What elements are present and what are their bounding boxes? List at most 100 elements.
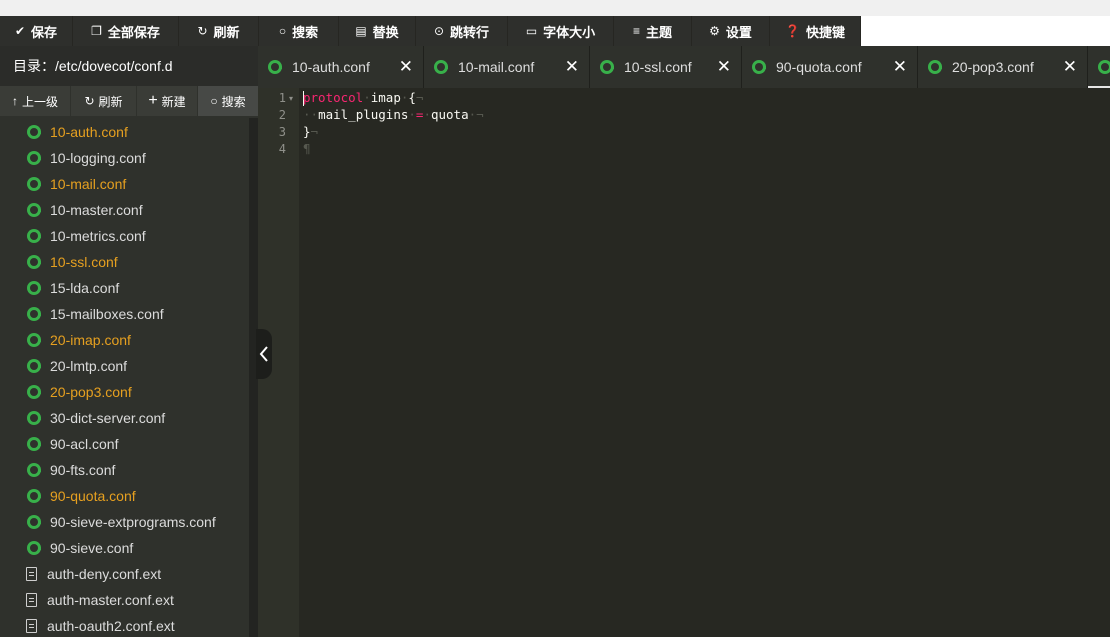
file-item[interactable]: auth-oauth2.conf.ext bbox=[0, 613, 248, 637]
tab-20-pop3[interactable]: 20-pop3.conf ✕ bbox=[918, 46, 1088, 88]
config-file-icon bbox=[27, 229, 41, 243]
tab-bar: 10-auth.conf ✕ 10-mail.conf ✕ 10-ssl.con… bbox=[258, 46, 1110, 88]
file-item[interactable]: 10-logging.conf bbox=[0, 145, 248, 171]
new-file-button[interactable]: + 新建 bbox=[137, 86, 197, 116]
shortcuts-button[interactable]: ❓ 快捷键 bbox=[770, 16, 861, 46]
toolbar: ✔ 保存 ❐ 全部保存 ↻ 刷新 ○ 搜索 ▤ 替换 ⊙ 跳转行 ▭ 字体大小 ≡ 主题 ⚙ 设置… bbox=[0, 16, 1110, 46]
config-file-icon bbox=[27, 359, 41, 373]
window-top-strip bbox=[0, 0, 1110, 16]
copy-icon: ❐ bbox=[91, 24, 102, 38]
file-item[interactable]: 90-fts.conf bbox=[0, 457, 248, 483]
save-button[interactable]: ✔ 保存 bbox=[0, 16, 73, 46]
menu-icon: ≡ bbox=[632, 24, 640, 38]
config-file-icon bbox=[27, 541, 41, 555]
tab-10-auth[interactable]: 10-auth.conf ✕ bbox=[258, 46, 424, 88]
config-file-icon bbox=[27, 203, 41, 217]
search-icon: ○ bbox=[210, 94, 218, 108]
refresh-icon: ↻ bbox=[197, 24, 208, 38]
chevron-left-icon bbox=[259, 346, 268, 362]
config-file-icon bbox=[600, 60, 614, 74]
file-item[interactable]: 20-pop3.conf bbox=[0, 379, 248, 405]
font-icon: ▭ bbox=[525, 24, 538, 38]
line-number: 1 bbox=[278, 91, 286, 105]
config-file-icon bbox=[928, 60, 942, 74]
config-file-icon bbox=[27, 385, 41, 399]
file-item[interactable]: 10-mail.conf bbox=[0, 171, 248, 197]
config-file-icon bbox=[27, 151, 41, 165]
plus-icon: + bbox=[148, 92, 158, 109]
file-sidebar: 目录：/etc/dovecot/conf.d ↑ 上一级 ↻ 刷新 + 新建 ○ 搜索 … bbox=[0, 46, 258, 637]
line-number: 2 bbox=[278, 108, 286, 122]
close-icon[interactable]: ✕ bbox=[893, 57, 907, 77]
active-tab-indicator bbox=[1088, 86, 1110, 88]
config-file-icon bbox=[752, 60, 766, 74]
refresh-icon: ↻ bbox=[84, 94, 95, 108]
search-button[interactable]: ○ 搜索 bbox=[259, 16, 339, 46]
config-file-icon bbox=[27, 177, 41, 191]
file-item[interactable]: 90-acl.conf bbox=[0, 431, 248, 457]
file-item[interactable]: auth-deny.conf.ext bbox=[0, 561, 248, 587]
tab-active-partial[interactable] bbox=[1088, 46, 1110, 88]
code-line: protocol·imap·{¬ bbox=[303, 90, 424, 105]
settings-button[interactable]: ⚙ 设置 bbox=[692, 16, 770, 46]
sidebar-actions: ↑ 上一级 ↻ 刷新 + 新建 ○ 搜索 bbox=[0, 86, 258, 116]
search-icon: ○ bbox=[278, 24, 287, 38]
config-file-icon bbox=[27, 307, 41, 321]
goto-line-button[interactable]: ⊙ 跳转行 bbox=[416, 16, 508, 46]
config-file-icon bbox=[27, 411, 41, 425]
file-item[interactable]: 90-sieve-extprograms.conf bbox=[0, 509, 248, 535]
file-item[interactable]: 10-ssl.conf bbox=[0, 249, 248, 275]
tab-10-mail[interactable]: 10-mail.conf ✕ bbox=[424, 46, 590, 88]
file-item[interactable]: 10-metrics.conf bbox=[0, 223, 248, 249]
config-file-icon bbox=[268, 60, 282, 74]
refresh-button[interactable]: ↻ 刷新 bbox=[179, 16, 259, 46]
parent-dir-button[interactable]: ↑ 上一级 bbox=[0, 86, 70, 116]
check-icon: ✔ bbox=[14, 24, 26, 38]
file-item[interactable]: 15-mailboxes.conf bbox=[0, 301, 248, 327]
file-item[interactable]: 10-master.conf bbox=[0, 197, 248, 223]
config-file-icon bbox=[27, 463, 41, 477]
config-file-icon bbox=[27, 333, 41, 347]
file-list: 10-auth.conf 10-logging.conf 10-mail.con… bbox=[0, 118, 248, 637]
fold-arrow-icon[interactable]: ▾ bbox=[289, 94, 293, 103]
code-line: ··mail_plugins·=·quota·¬ bbox=[303, 107, 484, 122]
close-icon[interactable]: ✕ bbox=[717, 57, 731, 77]
font-size-button[interactable]: ▭ 字体大小 bbox=[508, 16, 614, 46]
help-icon: ❓ bbox=[785, 24, 800, 38]
config-file-icon bbox=[27, 255, 41, 269]
close-icon[interactable]: ✕ bbox=[399, 57, 413, 77]
file-item[interactable]: 15-lda.conf bbox=[0, 275, 248, 301]
replace-button[interactable]: ▤ 替换 bbox=[339, 16, 416, 46]
code-line: ¶ bbox=[303, 141, 311, 156]
directory-path: 目录：/etc/dovecot/conf.d bbox=[0, 46, 258, 86]
tab-10-ssl[interactable]: 10-ssl.conf ✕ bbox=[590, 46, 742, 88]
code-line: }¬ bbox=[303, 124, 319, 139]
config-file-icon bbox=[27, 489, 41, 503]
theme-button[interactable]: ≡ 主题 bbox=[614, 16, 692, 46]
tab-90-quota[interactable]: 90-quota.conf ✕ bbox=[742, 46, 918, 88]
collapse-sidebar-button[interactable] bbox=[256, 329, 272, 379]
editor-panel: 10-auth.conf ✕ 10-mail.conf ✕ 10-ssl.con… bbox=[258, 46, 1110, 637]
file-item[interactable]: 90-sieve.conf bbox=[0, 535, 248, 561]
close-icon[interactable]: ✕ bbox=[565, 57, 579, 77]
file-item[interactable]: 10-auth.conf bbox=[0, 119, 248, 145]
file-item[interactable]: 30-dict-server.conf bbox=[0, 405, 248, 431]
file-item[interactable]: 20-imap.conf bbox=[0, 327, 248, 353]
close-icon[interactable]: ✕ bbox=[1063, 57, 1077, 77]
arrow-up-icon: ↑ bbox=[11, 94, 18, 108]
document-icon bbox=[26, 567, 37, 581]
config-file-icon bbox=[27, 281, 41, 295]
sidebar-search-button[interactable]: ○ 搜索 bbox=[198, 86, 258, 116]
goto-icon: ⊙ bbox=[433, 24, 445, 38]
file-item[interactable]: 90-quota.conf bbox=[0, 483, 248, 509]
text-cursor bbox=[303, 91, 304, 106]
file-item[interactable]: auth-master.conf.ext bbox=[0, 587, 248, 613]
document-icon bbox=[26, 593, 37, 607]
save-all-button[interactable]: ❐ 全部保存 bbox=[73, 16, 179, 46]
file-item[interactable]: 20-lmtp.conf bbox=[0, 353, 248, 379]
config-file-icon bbox=[1098, 60, 1110, 74]
config-file-icon bbox=[27, 437, 41, 451]
sidebar-refresh-button[interactable]: ↻ 刷新 bbox=[71, 86, 136, 116]
config-file-icon bbox=[434, 60, 448, 74]
line-number: 3 bbox=[278, 125, 286, 139]
